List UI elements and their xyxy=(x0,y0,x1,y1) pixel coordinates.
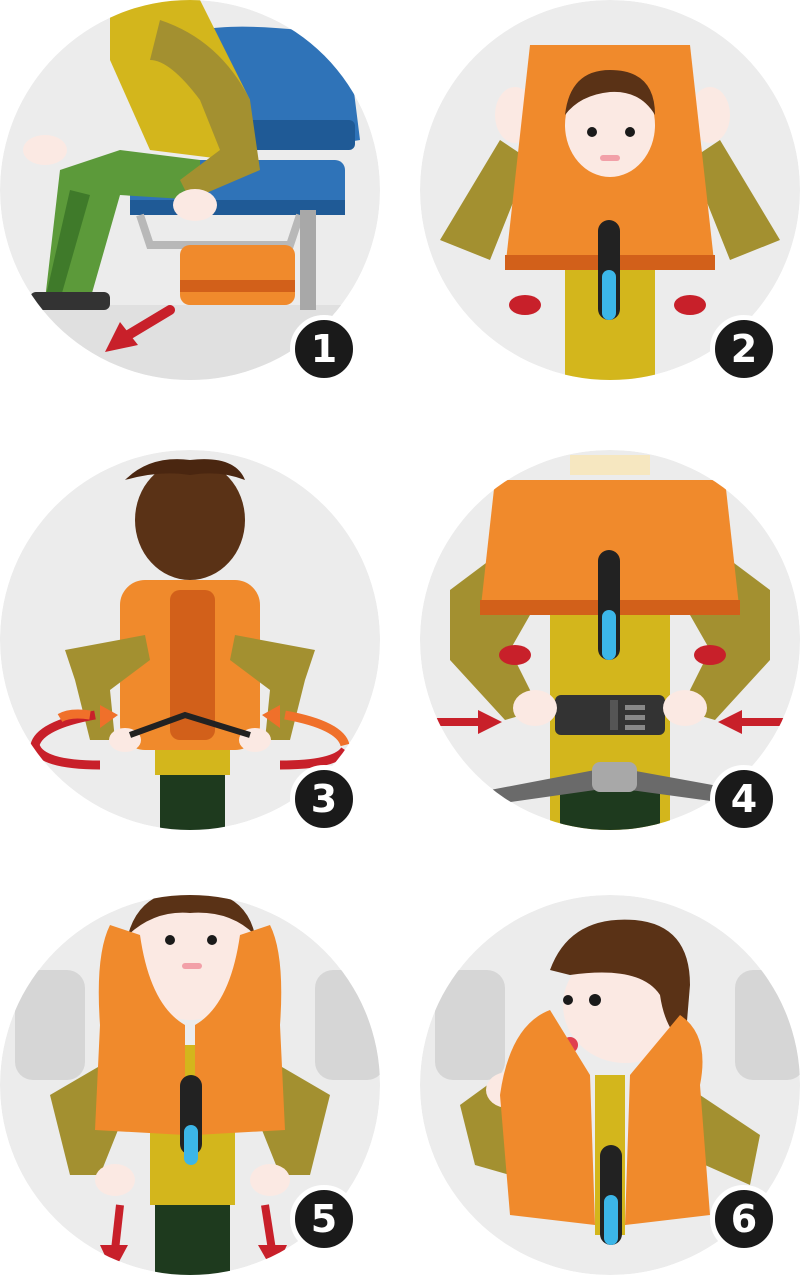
step-4-panel: 4 xyxy=(420,450,800,833)
step-number-badge: 2 xyxy=(710,315,778,383)
step-5-panel: 5 xyxy=(0,895,380,1275)
step-number-badge: 1 xyxy=(290,315,358,383)
step-number-badge: 4 xyxy=(710,765,778,833)
step-2-panel: 2 xyxy=(420,0,800,383)
step-3-panel: 3 xyxy=(0,450,380,833)
step-number-badge: 3 xyxy=(290,765,358,833)
step-number-badge: 6 xyxy=(710,1185,778,1253)
step-number-badge: 5 xyxy=(290,1185,358,1253)
buckle-icon xyxy=(555,695,665,735)
step-6-panel: 6 xyxy=(420,895,800,1275)
step-1-panel: 1 xyxy=(0,0,380,383)
